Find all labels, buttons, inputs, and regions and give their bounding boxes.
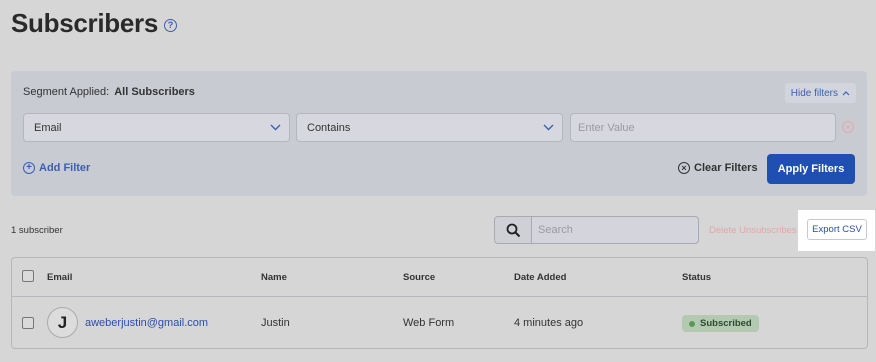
search-button[interactable] <box>494 216 532 244</box>
status-dot-icon <box>689 320 695 327</box>
subscriber-count: 1 subscriber <box>11 225 63 236</box>
filters-panel: Segment Applied: All Subscribers Hide fil… <box>11 71 867 196</box>
operator-select[interactable]: Contains <box>296 113 563 142</box>
operator-select-value: Contains <box>307 121 351 134</box>
avatar: J <box>47 307 78 338</box>
row-checkbox[interactable] <box>22 317 34 329</box>
apply-filters-button[interactable]: Apply Filters <box>767 154 855 184</box>
segment-label: Segment Applied: <box>23 86 110 98</box>
title-row: Subscribers ? <box>11 8 177 39</box>
column-header-email[interactable]: Email <box>47 272 72 283</box>
status-badge: Subscribed <box>682 315 759 332</box>
value-placeholder: Enter Value <box>578 121 635 134</box>
help-icon[interactable]: ? <box>164 18 177 32</box>
chevron-down-icon <box>543 124 554 131</box>
delete-unsubscribes-button[interactable]: Delete Unsubscribes <box>709 225 797 236</box>
subscriber-name: Justin <box>261 317 290 329</box>
subscriber-source: Web Form <box>403 317 455 329</box>
chevron-up-icon <box>842 91 850 96</box>
search-input[interactable]: Search <box>531 216 699 244</box>
field-select-value: Email <box>34 121 62 134</box>
field-select[interactable]: Email <box>23 113 290 142</box>
hide-filters-label: Hide filters <box>790 87 838 99</box>
add-filter-button[interactable]: + Add Filter <box>23 162 90 174</box>
hide-filters-button[interactable]: Hide filters <box>784 83 856 103</box>
select-all-checkbox[interactable] <box>22 270 34 282</box>
clear-filters-button[interactable]: × Clear Filters <box>678 162 758 174</box>
column-header-name[interactable]: Name <box>261 272 287 283</box>
search-icon <box>506 223 520 237</box>
chevron-down-icon <box>270 124 281 131</box>
remove-filter-icon[interactable]: × <box>842 121 854 133</box>
close-circle-icon: × <box>678 162 690 174</box>
table-header: Email Name Source Date Added Status <box>12 258 867 297</box>
subscribers-table: Email Name Source Date Added Status J aw… <box>11 257 868 349</box>
plus-circle-icon: + <box>23 162 35 174</box>
export-csv-button[interactable]: Export CSV <box>807 219 867 240</box>
email-link[interactable]: aweberjustin@gmail.com <box>85 317 208 329</box>
status-label: Subscribed <box>700 318 752 329</box>
subscriber-date-added: 4 minutes ago <box>514 317 584 329</box>
segment-value: All Subscribers <box>114 86 195 98</box>
export-highlight: Export CSV <box>798 210 875 251</box>
value-input[interactable]: Enter Value <box>570 113 836 142</box>
column-header-source[interactable]: Source <box>403 272 435 283</box>
clear-filters-label: Clear Filters <box>694 162 758 174</box>
search-placeholder: Search <box>538 224 573 236</box>
add-filter-label: Add Filter <box>39 162 91 174</box>
page-title: Subscribers <box>11 8 158 38</box>
column-header-status[interactable]: Status <box>682 272 711 283</box>
column-header-date-added[interactable]: Date Added <box>514 272 566 283</box>
segment-info: Segment Applied: All Subscribers <box>23 86 195 98</box>
